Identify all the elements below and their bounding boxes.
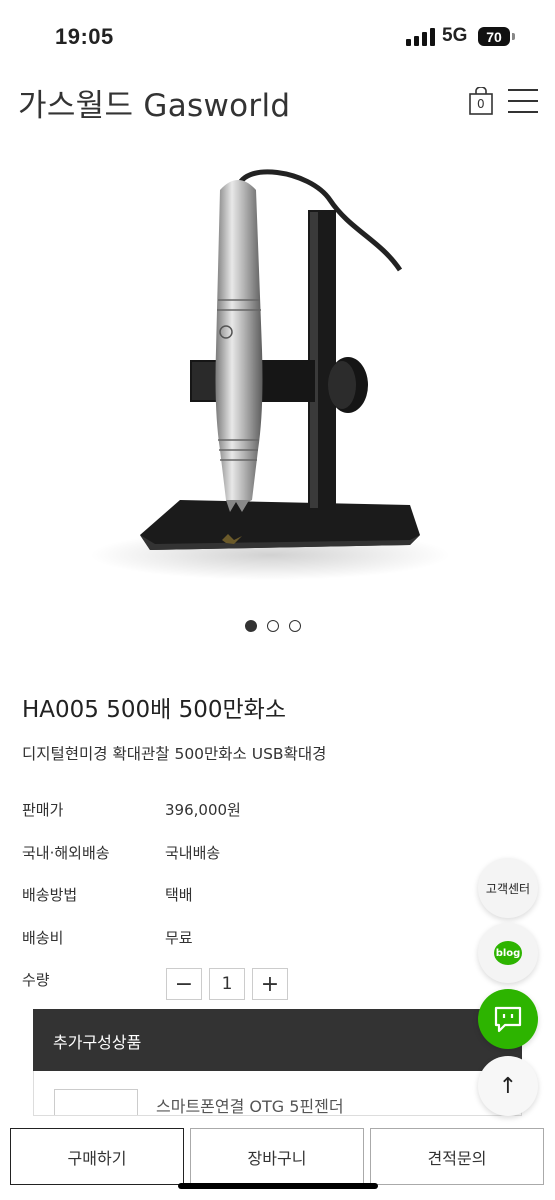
cart-button[interactable]: 0 — [469, 86, 493, 119]
quantity-plus-button[interactable]: + — [252, 968, 288, 1000]
product-title: HA005 500배 500만화소 — [22, 697, 286, 723]
add-to-cart-button[interactable]: 장바구니 — [190, 1128, 364, 1185]
hamburger-menu-icon[interactable] — [508, 88, 538, 114]
blog-button[interactable]: blog — [478, 923, 538, 983]
option-thumbnail[interactable] — [54, 1089, 138, 1115]
chat-icon — [494, 1006, 522, 1033]
option-item-name[interactable]: 스마트폰연결 OTG 5핀젠더 — [156, 1093, 344, 1115]
product-image[interactable] — [80, 150, 480, 590]
quantity-label: 수량 — [22, 971, 50, 989]
shipping-region-value: 국내배송 — [165, 844, 221, 862]
battery-level: 70 — [486, 28, 502, 45]
product-subtitle: 디지털현미경 확대관찰 500만화소 USB확대경 — [22, 745, 327, 763]
blog-icon: blog — [494, 941, 522, 965]
quantity-minus-button[interactable]: − — [166, 968, 202, 1000]
gallery-pagination — [245, 620, 301, 632]
talk-chat-button[interactable] — [478, 989, 538, 1049]
cart-count: 0 — [477, 97, 485, 111]
additional-products-header[interactable]: 추가구성상품 — [33, 1009, 522, 1071]
network-label: 5G — [442, 25, 468, 46]
buy-button[interactable]: 구매하기 — [10, 1128, 184, 1185]
signal-icon — [406, 28, 435, 46]
shipping-method-value: 택배 — [165, 886, 193, 904]
customer-center-button[interactable]: 고객센터 — [478, 858, 538, 918]
shipping-fee-value: 무료 — [165, 929, 193, 947]
price-label: 판매가 — [22, 801, 64, 819]
quote-request-button[interactable]: 견적문의 — [370, 1128, 544, 1185]
gallery-dot[interactable] — [245, 620, 257, 632]
shipping-fee-label: 배송비 — [22, 929, 64, 947]
additional-products-title: 추가구성상품 — [53, 1033, 142, 1052]
home-indicator — [178, 1183, 378, 1189]
shipping-region-label: 국내·해외배송 — [22, 844, 110, 862]
shipping-method-label: 배송방법 — [22, 886, 78, 904]
status-time: 19:05 — [55, 24, 114, 49]
additional-products-list: 스마트폰연결 OTG 5핀젠더 — [33, 1071, 522, 1116]
arrow-up-icon: ↑ — [498, 1073, 518, 1099]
battery-tip — [512, 33, 515, 40]
scroll-top-button[interactable]: ↑ — [478, 1056, 538, 1116]
gallery-dot[interactable] — [267, 620, 279, 632]
brand-logo[interactable]: 가스월드 Gasworld — [18, 80, 290, 125]
gallery-dot[interactable] — [289, 620, 301, 632]
blog-label: blog — [495, 947, 521, 959]
quantity-input[interactable]: 1 — [209, 968, 245, 1000]
customer-center-label: 고객센터 — [485, 881, 531, 896]
price-value: 396,000원 — [165, 801, 241, 819]
battery-icon: 70 — [478, 27, 510, 46]
